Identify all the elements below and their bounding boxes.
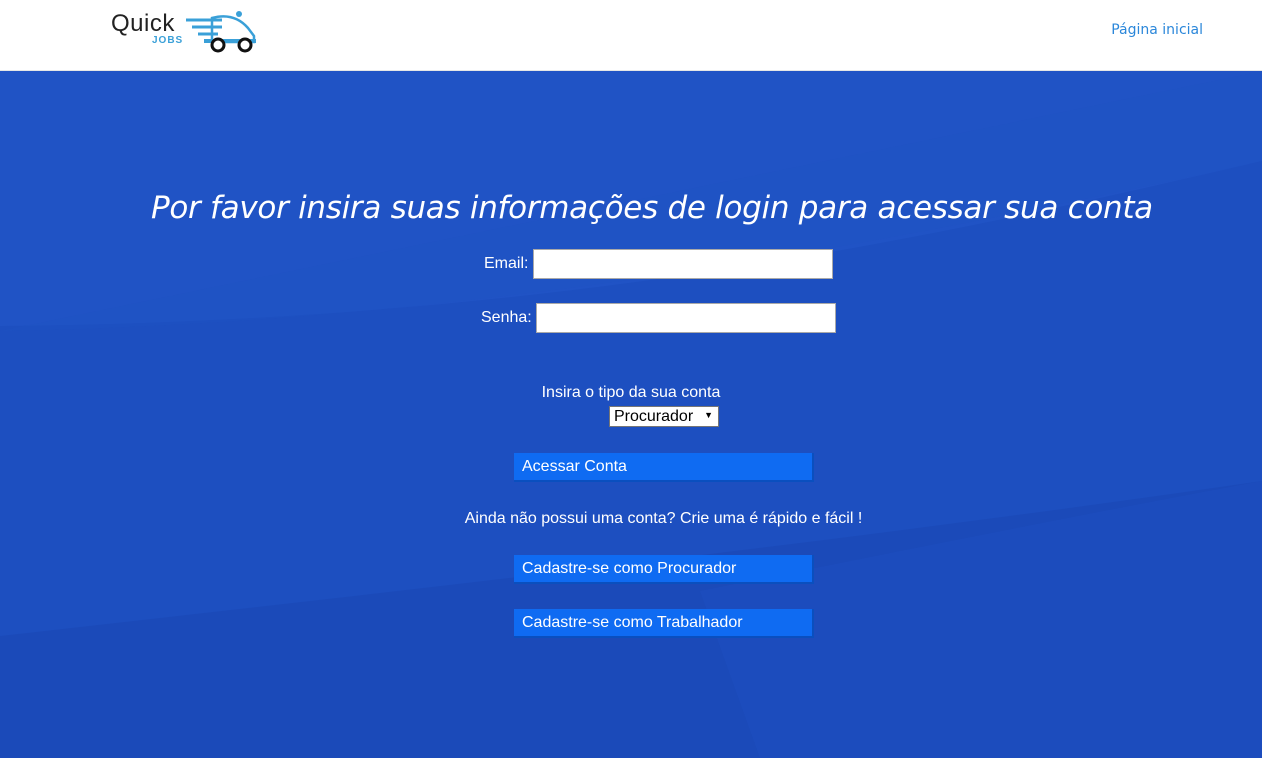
account-type-select[interactable]: Procurador ▼ [609, 406, 719, 427]
page-title: Por favor insira suas informações de log… [151, 190, 1153, 226]
email-label: Email: [484, 255, 529, 272]
logo-quick-text: Quick [111, 10, 175, 37]
account-type-selected-value: Procurador [614, 408, 694, 425]
password-field[interactable] [536, 303, 836, 333]
site-header: Quick JOBS Página inicial [0, 0, 1262, 71]
quickjobs-logo[interactable]: Quick JOBS [108, 8, 260, 56]
truck-icon [186, 11, 256, 53]
password-label: Senha: [481, 309, 532, 326]
logo-jobs-text: JOBS [152, 35, 184, 46]
dropdown-arrow-icon: ▼ [704, 410, 713, 420]
login-button[interactable]: Acessar Conta [514, 453, 814, 482]
signup-procurador-button[interactable]: Cadastre-se como Procurador [514, 555, 814, 584]
signup-prompt: Ainda não possui uma conta? Crie uma é r… [464, 510, 863, 527]
account-type-label: Insira o tipo da sua conta [541, 384, 721, 401]
signup-trabalhador-button[interactable]: Cadastre-se como Trabalhador [514, 609, 814, 638]
email-field[interactable] [533, 249, 833, 279]
login-hero: Por favor insira suas informações de log… [0, 71, 1262, 758]
nav-home-link[interactable]: Página inicial [1111, 22, 1203, 38]
